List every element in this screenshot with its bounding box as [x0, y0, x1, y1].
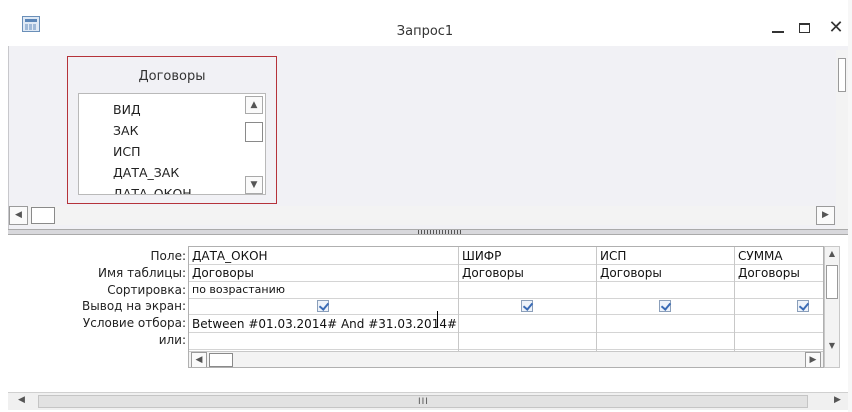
scroll-thumb[interactable] — [838, 58, 846, 92]
query-icon — [22, 16, 40, 32]
field-item[interactable]: ЗАК — [113, 123, 138, 138]
scroll-thumb[interactable] — [31, 207, 55, 224]
grid-hscroll[interactable]: ◀ ▶ — [189, 351, 823, 367]
show-checkbox[interactable] — [797, 300, 809, 312]
table-pane-hscroll[interactable]: ◀ ▶ — [9, 206, 835, 225]
scroll-right-icon[interactable]: ▶ — [834, 395, 841, 405]
field-cell[interactable]: ИСП — [600, 249, 626, 263]
row-label-sort: Сортировка: — [107, 283, 186, 297]
table-cell[interactable]: Договоры — [600, 266, 662, 280]
scroll-thumb[interactable] — [245, 122, 263, 142]
row-label-table: Имя таблицы: — [98, 266, 186, 280]
table-pane-vscroll[interactable] — [836, 50, 848, 230]
scroll-left-icon[interactable]: ◀ — [9, 206, 28, 225]
table-cell[interactable]: Договоры — [192, 266, 254, 280]
grid-column[interactable]: ШИФР Договоры — [459, 247, 597, 367]
show-checkbox[interactable] — [317, 300, 329, 312]
minimize-button[interactable] — [768, 18, 788, 38]
window-hscroll[interactable]: ◀ III ▶ — [8, 392, 848, 410]
close-button[interactable]: ✕ — [826, 18, 846, 38]
sort-cell[interactable]: по возрастанию — [192, 283, 285, 296]
field-cell[interactable]: ШИФР — [462, 249, 501, 263]
scroll-left-icon[interactable]: ◀ — [191, 352, 207, 367]
grid-vscroll[interactable]: ▲ ▼ — [824, 246, 840, 368]
maximize-icon — [798, 23, 810, 33]
show-checkbox[interactable] — [521, 300, 533, 312]
scroll-right-icon[interactable]: ▶ — [816, 206, 835, 225]
row-label-criteria: Условие отбора: — [82, 316, 186, 330]
scroll-up-icon[interactable]: ▲ — [245, 96, 263, 114]
table-pane: Договоры ВИД ЗАК ИСП ДАТА_ЗАК ДАТА_ОКОН … — [8, 46, 848, 230]
field-item[interactable]: ВИД — [113, 102, 141, 117]
criteria-cell[interactable]: Between #01.03.2014# And #31.03.2014# — [192, 317, 457, 331]
text-caret — [437, 311, 438, 327]
field-item[interactable]: ДАТА_ОКОН — [113, 186, 192, 194]
field-cell[interactable]: ДАТА_ОКОН — [192, 249, 268, 263]
splitter-grip-icon[interactable] — [418, 230, 462, 234]
window-edge — [848, 0, 852, 412]
design-grid-pane: Поле: Имя таблицы: Сортировка: Вывод на … — [8, 235, 848, 385]
scroll-left-icon[interactable]: ◀ — [18, 395, 25, 405]
field-cell[interactable]: СУММА — [738, 249, 783, 263]
grid-column[interactable]: ДАТА_ОКОН Договоры по возрастанию Betwee… — [189, 247, 459, 367]
scroll-down-icon[interactable]: ▼ — [825, 339, 839, 353]
scroll-thumb[interactable] — [209, 353, 233, 367]
window-title: Запрос1 — [396, 24, 454, 39]
field-list[interactable]: ВИД ЗАК ИСП ДАТА_ЗАК ДАТА_ОКОН ▲ ▼ — [78, 93, 266, 195]
maximize-button[interactable] — [794, 18, 814, 38]
scroll-right-icon[interactable]: ▶ — [805, 352, 821, 367]
scroll-up-icon[interactable]: ▲ — [825, 247, 839, 261]
table-window-dogovory[interactable]: Договоры ВИД ЗАК ИСП ДАТА_ЗАК ДАТА_ОКОН … — [67, 56, 277, 204]
row-label-show: Вывод на экран: — [82, 299, 186, 313]
table-cell[interactable]: Договоры — [738, 266, 800, 280]
show-checkbox[interactable] — [659, 300, 671, 312]
grid-column[interactable]: ИСП Договоры — [597, 247, 735, 367]
scroll-thumb[interactable] — [826, 265, 838, 299]
row-label-or: или: — [158, 333, 186, 347]
row-label-field: Поле: — [150, 249, 186, 263]
table-cell[interactable]: Договоры — [462, 266, 524, 280]
query-window: Запрос1 ✕ Договоры ВИД ЗАК ИСП ДАТА_ЗАК … — [0, 0, 852, 412]
field-item[interactable]: ИСП — [113, 144, 140, 159]
table-title[interactable]: Договоры — [68, 69, 276, 84]
design-grid[interactable]: ДАТА_ОКОН Договоры по возрастанию Betwee… — [188, 246, 824, 368]
minimize-icon — [772, 31, 784, 33]
grid-column[interactable]: СУММА Договоры — [735, 247, 823, 367]
field-list-scrollbar[interactable]: ▲ ▼ — [245, 96, 263, 194]
field-item[interactable]: ДАТА_ЗАК — [113, 165, 179, 180]
scroll-down-icon[interactable]: ▼ — [245, 176, 263, 194]
scroll-grip-icon: III — [418, 397, 429, 407]
